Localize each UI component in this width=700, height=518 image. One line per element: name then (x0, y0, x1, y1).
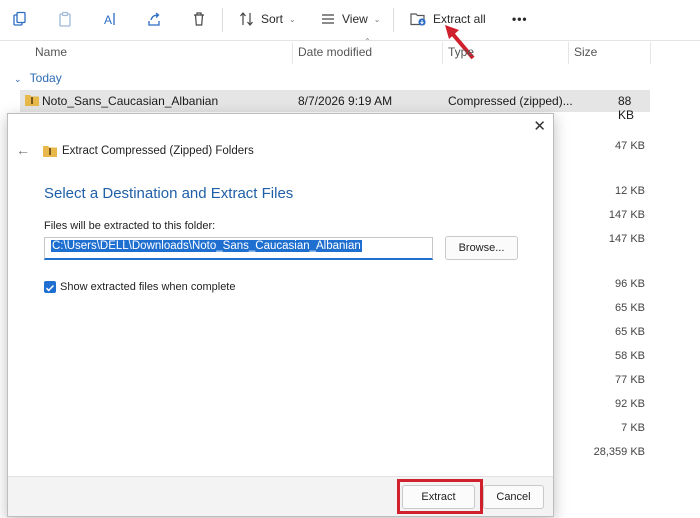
browse-button[interactable]: Browse... (445, 236, 518, 260)
sort-button[interactable]: Sort ⌄ (237, 6, 296, 32)
file-size: 92 KB (615, 398, 645, 410)
destination-path-input[interactable]: C:\Users\DELL\Downloads\Noto_Sans_Caucas… (44, 237, 433, 260)
rename-button[interactable]: A (100, 6, 120, 32)
more-options-button[interactable]: ••• (512, 6, 528, 32)
back-button[interactable]: ← (16, 142, 30, 158)
view-button[interactable]: View ⌄ (318, 6, 381, 32)
file-name: Noto_Sans_Caucasian_Albanian (42, 94, 219, 108)
delete-button[interactable] (189, 6, 209, 32)
file-size: 65 KB (615, 326, 645, 338)
paste-button[interactable] (55, 6, 75, 32)
toolbar-divider (393, 8, 394, 32)
file-size: 28,359 KB (593, 446, 645, 458)
checkmark-icon (45, 284, 55, 292)
group-label: Today (29, 71, 62, 85)
file-size: 12 KB (615, 185, 645, 197)
toolbar-divider (222, 8, 223, 32)
copy-button[interactable] (10, 6, 30, 32)
back-arrow-icon: ← (16, 142, 30, 158)
view-icon (318, 9, 338, 29)
file-size: 7 KB (621, 422, 645, 434)
file-size: 147 KB (608, 209, 645, 221)
column-divider[interactable] (568, 42, 569, 64)
close-button[interactable]: ✕ (533, 117, 546, 135)
column-date-modified[interactable]: Date modified (298, 45, 372, 59)
column-headers: Name Date modified Type Size (0, 40, 700, 64)
cancel-button[interactable]: Cancel (483, 485, 544, 509)
dialog-footer: Extract Cancel (8, 476, 553, 516)
file-size: 58 KB (615, 350, 645, 362)
column-type[interactable]: Type (448, 45, 474, 59)
group-today[interactable]: ⌄ Today (14, 71, 62, 85)
file-type: Compressed (zipped)... (448, 94, 573, 108)
column-name[interactable]: Name (35, 45, 67, 59)
destination-path-value: C:\Users\DELL\Downloads\Noto_Sans_Caucas… (51, 240, 362, 252)
extract-button[interactable]: Extract (402, 485, 475, 509)
dialog-title: Extract Compressed (Zipped) Folders (62, 145, 254, 157)
path-label: Files will be extracted to this folder: (44, 220, 216, 232)
chevron-down-icon: ⌄ (373, 14, 381, 24)
file-size: 77 KB (615, 374, 645, 386)
svg-text:A: A (104, 13, 112, 27)
sort-icon (237, 9, 257, 29)
dialog-heading: Select a Destination and Extract Files (44, 185, 294, 202)
zip-folder-icon (42, 144, 58, 163)
file-size: 65 KB (615, 302, 645, 314)
column-size[interactable]: Size (574, 45, 597, 59)
file-size: 96 KB (615, 278, 645, 290)
share-icon (144, 9, 164, 29)
extract-folder-icon (408, 9, 428, 29)
file-size: 47 KB (615, 140, 645, 152)
file-size: 147 KB (608, 233, 645, 245)
rename-icon: A (100, 9, 120, 29)
chevron-down-icon: ⌄ (14, 74, 22, 84)
paste-icon (55, 9, 75, 29)
file-row-selected[interactable]: Noto_Sans_Caucasian_Albanian 8/7/2026 9:… (20, 90, 650, 122)
copy-icon (10, 9, 30, 29)
file-size: 88 KB (618, 94, 635, 122)
column-divider[interactable] (442, 42, 443, 64)
show-files-checkbox[interactable] (44, 281, 56, 293)
sort-label: Sort (261, 12, 284, 26)
file-date: 8/7/2026 9:19 AM (298, 94, 393, 108)
view-label: View (342, 12, 368, 26)
zip-folder-icon (24, 93, 40, 110)
column-divider[interactable] (292, 42, 293, 64)
toolbar: A Sort ⌄ View ⌄ Extract all ••• (0, 0, 700, 41)
column-divider[interactable] (650, 42, 651, 64)
close-icon: ✕ (533, 118, 546, 135)
extract-dialog: ✕ ← Extract Compressed (Zipped) Folders … (7, 113, 554, 517)
chevron-down-icon: ⌄ (289, 14, 296, 24)
sort-caret-icon: ⌃ (364, 37, 371, 46)
more-icon: ••• (512, 12, 528, 26)
share-button[interactable] (144, 6, 164, 32)
trash-icon (189, 9, 209, 29)
show-files-label[interactable]: Show extracted files when complete (60, 281, 235, 293)
